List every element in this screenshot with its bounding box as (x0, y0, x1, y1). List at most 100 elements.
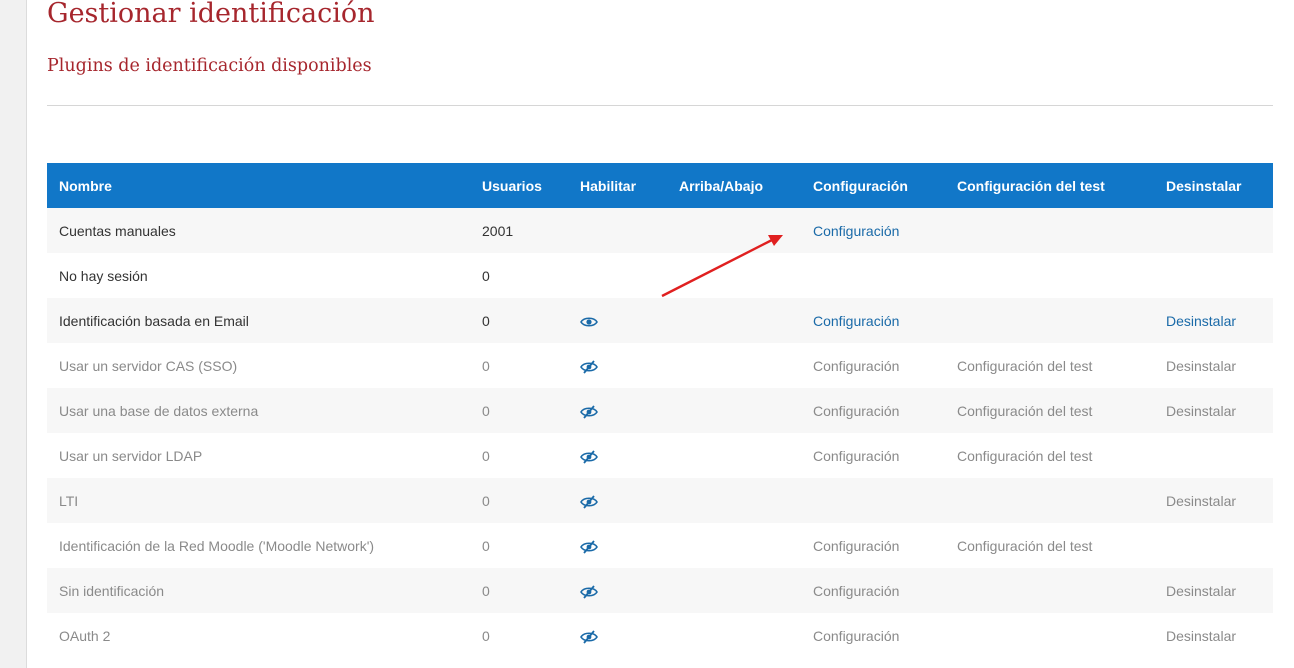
settings-cell: Configuración (801, 433, 945, 478)
column-header-name[interactable]: Nombre (47, 163, 470, 208)
uninstall-link[interactable]: Desinstalar (1166, 358, 1236, 374)
settings-cell: Configuración (801, 568, 945, 613)
table-row: Usar una base de datos externa 0 Configura… (47, 388, 1273, 433)
table-row: Identificación de la Red Moodle ('Moodle… (47, 523, 1273, 568)
enable-cell (568, 613, 667, 658)
updown-cell (667, 208, 801, 253)
plugin-name: Identificación basada en Email (47, 298, 470, 343)
plugin-user-count: 0 (470, 388, 568, 433)
uninstall-link[interactable]: Desinstalar (1166, 403, 1236, 419)
eye-slash-icon[interactable] (580, 402, 598, 419)
test-settings-cell: Configuración del test (945, 433, 1154, 478)
uninstall-link[interactable]: Desinstalar (1166, 493, 1236, 509)
settings-link[interactable]: Configuración (813, 223, 899, 239)
settings-link[interactable]: Configuración (813, 313, 899, 329)
enable-cell (568, 388, 667, 433)
plugin-name: Identificación de la Red Moodle ('Moodle… (47, 523, 470, 568)
uninstall-cell: Desinstalar (1154, 478, 1273, 523)
plugin-user-count: 0 (470, 613, 568, 658)
column-header-enable: Habilitar (568, 163, 667, 208)
plugin-name: Usar un servidor CAS (SSO) (47, 343, 470, 388)
table-row: Usar un servidor CAS (SSO) 0 Configuración… (47, 343, 1273, 388)
settings-link[interactable]: Configuración (813, 538, 899, 554)
test-settings-link[interactable]: Configuración del test (957, 448, 1092, 464)
enable-cell (568, 343, 667, 388)
column-header-settings: Configuración (801, 163, 945, 208)
column-header-uninstall: Desinstalar (1154, 163, 1273, 208)
test-settings-cell (945, 208, 1154, 253)
settings-link[interactable]: Configuración (813, 403, 899, 419)
eye-slash-icon[interactable] (580, 582, 598, 599)
settings-link[interactable]: Configuración (813, 583, 899, 599)
table-row: LTI 0 Desinstalar (47, 478, 1273, 523)
uninstall-link[interactable]: Desinstalar (1166, 628, 1236, 644)
test-settings-link[interactable]: Configuración del test (957, 538, 1092, 554)
settings-cell: Configuración (801, 613, 945, 658)
settings-cell: Configuración (801, 208, 945, 253)
eye-slash-icon[interactable] (580, 492, 598, 509)
test-settings-cell: Configuración del test (945, 523, 1154, 568)
updown-cell (667, 433, 801, 478)
settings-link[interactable]: Configuración (813, 448, 899, 464)
settings-cell (801, 478, 945, 523)
uninstall-cell (1154, 523, 1273, 568)
updown-cell (667, 343, 801, 388)
column-header-updown: Arriba/Abajo (667, 163, 801, 208)
plugin-user-count: 0 (470, 568, 568, 613)
test-settings-cell (945, 298, 1154, 343)
table-body: Cuentas manuales 2001 Configuración No hay … (47, 208, 1273, 658)
plugin-user-count: 0 (470, 343, 568, 388)
plugin-user-count: 0 (470, 298, 568, 343)
eye-slash-icon[interactable] (580, 447, 598, 464)
uninstall-cell: Desinstalar (1154, 568, 1273, 613)
table-row: No hay sesión 0 (47, 253, 1273, 298)
updown-cell (667, 523, 801, 568)
eye-icon[interactable] (580, 312, 598, 328)
page-title: Gestionar identificación (47, 0, 375, 29)
enable-cell (568, 568, 667, 613)
uninstall-link[interactable]: Desinstalar (1166, 313, 1236, 329)
uninstall-cell: Desinstalar (1154, 298, 1273, 343)
plugin-name: Usar una base de datos externa (47, 388, 470, 433)
enable-cell (568, 253, 667, 298)
test-settings-cell: Configuración del test (945, 343, 1154, 388)
settings-link[interactable]: Configuración (813, 628, 899, 644)
test-settings-cell (945, 253, 1154, 298)
plugin-user-count: 2001 (470, 208, 568, 253)
settings-cell: Configuración (801, 523, 945, 568)
enable-cell (568, 523, 667, 568)
eye-slash-icon[interactable] (580, 537, 598, 554)
settings-cell (801, 253, 945, 298)
eye-slash-icon[interactable] (580, 627, 598, 644)
table-row: Cuentas manuales 2001 Configuración (47, 208, 1273, 253)
settings-link[interactable]: Configuración (813, 358, 899, 374)
column-header-users[interactable]: Usuarios (470, 163, 568, 208)
updown-cell (667, 253, 801, 298)
test-settings-link[interactable]: Configuración del test (957, 403, 1092, 419)
test-settings-link[interactable]: Configuración del test (957, 358, 1092, 374)
table-header-row: Nombre Usuarios Habilitar Arriba/Abajo C… (47, 163, 1273, 208)
uninstall-cell: Desinstalar (1154, 388, 1273, 433)
table-row: Usar un servidor LDAP 0 Configuración Confi… (47, 433, 1273, 478)
enable-cell (568, 298, 667, 343)
uninstall-cell: Desinstalar (1154, 613, 1273, 658)
section-title: Plugins de identificación disponibles (47, 56, 372, 76)
plugin-name: LTI (47, 478, 470, 523)
test-settings-cell: Configuración del test (945, 388, 1154, 433)
test-settings-cell (945, 568, 1154, 613)
table-row: Identificación basada en Email 0 Configura… (47, 298, 1273, 343)
plugin-user-count: 0 (470, 433, 568, 478)
uninstall-cell (1154, 208, 1273, 253)
plugin-name: Sin identificación (47, 568, 470, 613)
enable-cell (568, 208, 667, 253)
test-settings-cell (945, 613, 1154, 658)
updown-cell (667, 568, 801, 613)
updown-cell (667, 298, 801, 343)
table-row: OAuth 2 0 Configuración Desinstalar (47, 613, 1273, 658)
uninstall-cell: Desinstalar (1154, 343, 1273, 388)
updown-cell (667, 388, 801, 433)
plugin-name: Cuentas manuales (47, 208, 470, 253)
uninstall-link[interactable]: Desinstalar (1166, 583, 1236, 599)
plugin-name: No hay sesión (47, 253, 470, 298)
eye-slash-icon[interactable] (580, 357, 598, 374)
